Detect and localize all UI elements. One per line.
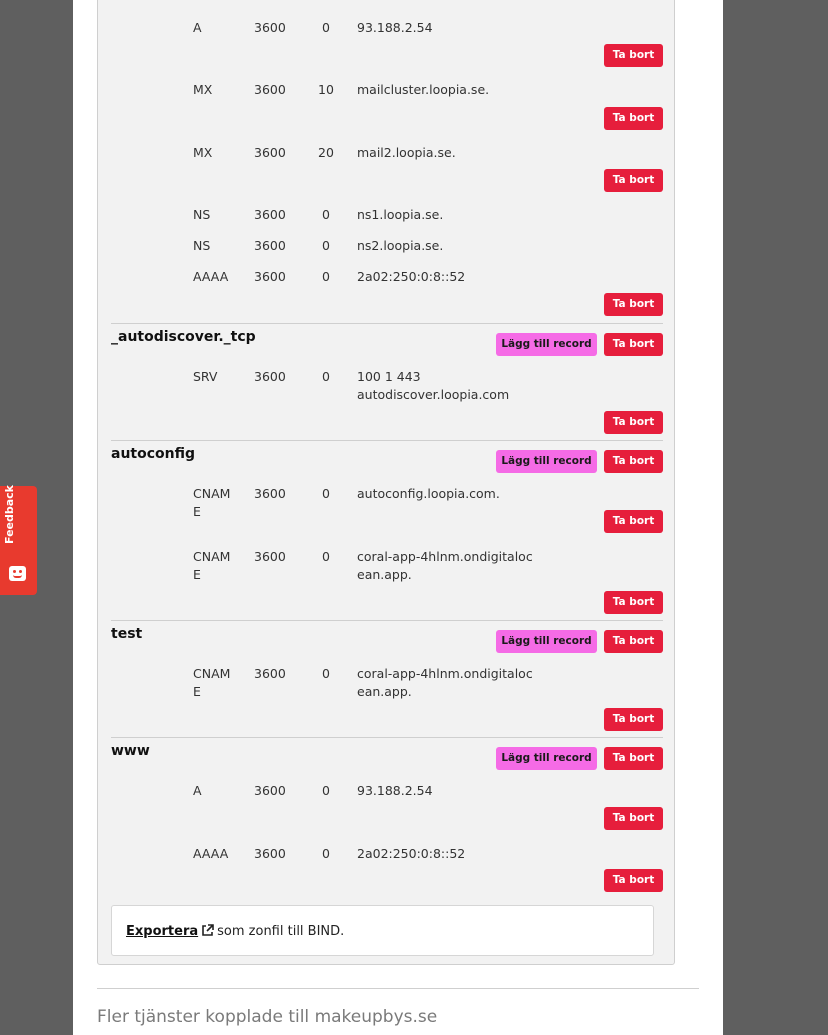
delete-record-button[interactable]: Ta bort <box>604 44 663 67</box>
export-box: Exportera som zonfil till BIND. <box>111 905 654 956</box>
add-record-button[interactable]: Lägg till record <box>496 333 597 356</box>
record-row: A 3600 0 93.188.2.54 <box>111 782 663 802</box>
record-type: A <box>193 783 202 798</box>
delete-record-button[interactable]: Ta bort <box>604 169 663 192</box>
record-row: CNAME 3600 0 coral-app-4hlnm.ondigitaloc… <box>111 665 663 703</box>
record-ttl: 3600 <box>254 145 286 160</box>
smiley-icon <box>9 566 26 581</box>
page-content: A 3600 0 93.188.2.54 Ta bort MX 3600 10 … <box>73 0 723 1035</box>
record-data: coral-app-4hlnm.ondigitalocean.app. <box>357 666 533 699</box>
record-priority: 0 <box>322 207 330 222</box>
zone-autoconfig: autoconfig Lägg till record Ta bort CNAM… <box>111 440 663 620</box>
record-priority: 0 <box>322 238 330 253</box>
record-type: AAAA <box>193 846 229 861</box>
record-data: 93.188.2.54 <box>357 20 433 35</box>
record-priority: 0 <box>322 486 330 501</box>
delete-record-button[interactable]: Ta bort <box>604 591 663 614</box>
record-data: 2a02:250:0:8::52 <box>357 846 466 861</box>
record-ttl: 3600 <box>254 486 286 501</box>
delete-record-button[interactable]: Ta bort <box>604 107 663 130</box>
delete-record-button[interactable]: Ta bort <box>604 708 663 731</box>
record-type: NS <box>193 238 211 253</box>
record-ttl: 3600 <box>254 207 286 222</box>
record-type: CNAME <box>193 549 231 582</box>
delete-record-button[interactable]: Ta bort <box>604 293 663 316</box>
zone-www: www Lägg till record Ta bort A 3600 0 93… <box>111 737 663 897</box>
feedback-tab[interactable]: Feedback <box>0 485 37 595</box>
record-data: ns1.loopia.se. <box>357 207 444 222</box>
add-record-button[interactable]: Lägg till record <box>496 747 597 770</box>
record-ttl: 3600 <box>254 20 286 35</box>
record-row: CNAME 3600 0 coral-app-4hlnm.ondigitaloc… <box>111 548 663 586</box>
export-suffix: som zonfil till BIND. <box>217 924 345 939</box>
record-row: AAAA 3600 0 2a02:250:0:8::52 <box>111 268 663 288</box>
record-priority: 0 <box>322 666 330 681</box>
record-ttl: 3600 <box>254 369 286 384</box>
record-data: 93.188.2.54 <box>357 783 433 798</box>
record-data: mailcluster.loopia.se. <box>357 82 490 97</box>
record-row: NS 3600 0 ns1.loopia.se. <box>111 206 663 226</box>
external-link-icon <box>201 924 214 941</box>
record-data: 100 1 443 autodiscover.loopia.com <box>357 369 510 402</box>
record-ttl: 3600 <box>254 549 286 564</box>
record-row: MX 3600 10 mailcluster.loopia.se. <box>111 81 663 101</box>
record-type: SRV <box>193 369 218 384</box>
delete-zone-button[interactable]: Ta bort <box>604 747 663 770</box>
record-priority: 0 <box>322 369 330 384</box>
delete-record-button[interactable]: Ta bort <box>604 411 663 434</box>
record-type: MX <box>193 82 213 97</box>
delete-record-button[interactable]: Ta bort <box>604 807 663 830</box>
delete-zone-button[interactable]: Ta bort <box>604 333 663 356</box>
record-priority: 0 <box>322 549 330 564</box>
zone-name: _autodiscover._tcp <box>111 329 256 345</box>
record-priority: 0 <box>322 269 330 284</box>
record-ttl: 3600 <box>254 846 286 861</box>
record-priority: 0 <box>322 783 330 798</box>
export-text: Exportera som zonfil till BIND. <box>126 924 344 941</box>
record-row: CNAME 3600 0 autoconfig.loopia.com. <box>111 485 663 523</box>
record-ttl: 3600 <box>254 238 286 253</box>
delete-zone-button[interactable]: Ta bort <box>604 630 663 653</box>
record-data: coral-app-4hlnm.ondigitalocean.app. <box>357 549 533 582</box>
record-data: mail2.loopia.se. <box>357 145 456 160</box>
dns-records-panel: A 3600 0 93.188.2.54 Ta bort MX 3600 10 … <box>97 0 675 965</box>
record-data: autoconfig.loopia.com. <box>357 486 500 501</box>
add-record-button[interactable]: Lägg till record <box>496 450 597 473</box>
record-row: SRV 3600 0 100 1 443 autodiscover.loopia… <box>111 368 663 406</box>
record-row: NS 3600 0 ns2.loopia.se. <box>111 237 663 257</box>
zone-autodiscover-tcp: _autodiscover._tcp Lägg till record Ta b… <box>111 323 663 440</box>
add-record-button[interactable]: Lägg till record <box>496 630 597 653</box>
record-type: AAAA <box>193 269 229 284</box>
delete-record-button[interactable]: Ta bort <box>604 869 663 892</box>
record-priority: 20 <box>318 145 334 160</box>
record-type: NS <box>193 207 211 222</box>
section-divider <box>97 988 699 989</box>
record-priority: 10 <box>318 82 334 97</box>
record-ttl: 3600 <box>254 82 286 97</box>
export-link[interactable]: Exportera <box>126 924 198 939</box>
record-type: CNAME <box>193 666 231 699</box>
delete-record-button[interactable]: Ta bort <box>604 510 663 533</box>
record-type: A <box>193 20 202 35</box>
record-data: 2a02:250:0:8::52 <box>357 269 466 284</box>
record-ttl: 3600 <box>254 269 286 284</box>
record-data: ns2.loopia.se. <box>357 238 444 253</box>
zone-name: autoconfig <box>111 446 196 462</box>
zone-name: www <box>111 743 150 759</box>
more-services-heading: Fler tjänster kopplade till makeupbys.se <box>97 1007 438 1027</box>
feedback-label: Feedback <box>3 485 16 544</box>
record-type: MX <box>193 145 213 160</box>
delete-zone-button[interactable]: Ta bort <box>604 450 663 473</box>
record-ttl: 3600 <box>254 783 286 798</box>
record-ttl: 3600 <box>254 666 286 681</box>
record-row: AAAA 3600 0 2a02:250:0:8::52 <box>111 845 663 865</box>
record-priority: 0 <box>322 20 330 35</box>
zone-name: test <box>111 626 143 642</box>
zone-test: test Lägg till record Ta bort CNAME 3600… <box>111 620 663 737</box>
record-type: CNAME <box>193 486 231 519</box>
record-priority: 0 <box>322 846 330 861</box>
record-row: A 3600 0 93.188.2.54 <box>111 19 663 39</box>
record-row: MX 3600 20 mail2.loopia.se. <box>111 144 663 164</box>
